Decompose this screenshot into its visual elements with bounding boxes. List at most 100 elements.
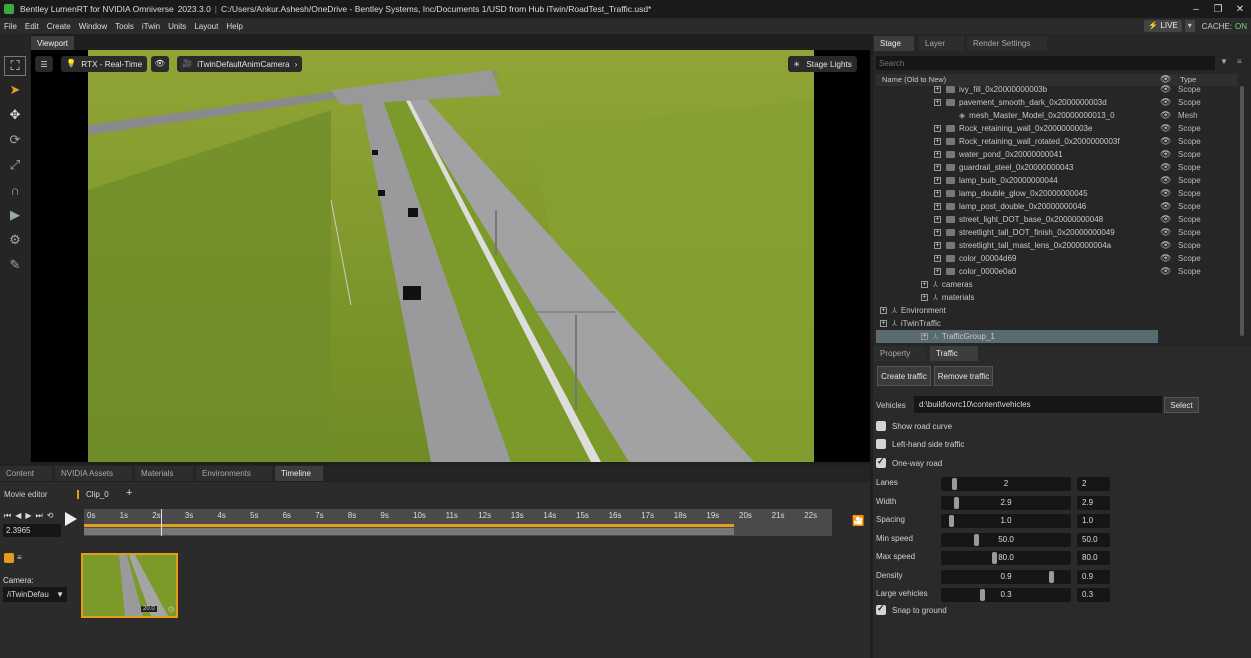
column-type-header[interactable]: Type <box>1180 75 1196 84</box>
camera-select[interactable]: /iTwinDefau ▼ <box>3 587 67 602</box>
maximize-button[interactable]: ❐ <box>1207 0 1229 18</box>
expand-icon[interactable]: + <box>934 216 941 223</box>
show-road-curve-checkbox[interactable] <box>876 421 886 431</box>
expand-icon[interactable]: + <box>934 242 941 249</box>
menu-layout[interactable]: Layout <box>190 22 222 31</box>
slider-number-field[interactable]: 50.0 <box>1077 532 1110 547</box>
cache-state[interactable]: ON <box>1235 22 1247 31</box>
visibility-button[interactable]: 👁 <box>151 56 169 72</box>
visibility-eye-icon[interactable]: 👁 <box>1160 97 1171 108</box>
traffic-slider[interactable]: 50.0 <box>941 532 1071 547</box>
expand-icon[interactable]: + <box>934 177 941 184</box>
traffic-slider[interactable]: 0.9 <box>941 569 1071 584</box>
stage-tree-row[interactable]: ◈ mesh_Master_Model_0x20000000013_0 <box>876 109 1115 122</box>
stage-tree-row[interactable]: + ⅄ cameras <box>876 278 973 291</box>
visibility-eye-icon[interactable]: 👁 <box>1160 240 1171 251</box>
rotate-icon[interactable]: ⟳ <box>4 130 26 150</box>
clip-tab[interactable]: Clip_0 <box>77 490 109 499</box>
move-icon[interactable]: ✥ <box>4 105 26 125</box>
visibility-eye-icon[interactable]: 👁 <box>1160 227 1171 238</box>
create-traffic-button[interactable]: Create traffic <box>877 366 931 386</box>
stage-tree-row[interactable]: + street_light_DOT_base_0x20000000048 <box>876 213 1103 226</box>
stage-lights-button[interactable]: ☀ Stage Lights <box>788 56 857 72</box>
play-button[interactable] <box>65 512 77 526</box>
stage-tree-row[interactable]: + lamp_double_glow_0x20000000045 <box>876 187 1088 200</box>
expand-icon[interactable]: + <box>934 268 941 275</box>
vehicles-path-field[interactable]: d:\build\ovrc10\content\vehicles <box>914 396 1162 413</box>
visibility-eye-icon[interactable]: 👁 <box>1160 110 1171 121</box>
tab-content[interactable]: Content <box>0 466 52 481</box>
tab-property[interactable]: Property <box>874 346 926 361</box>
tab-layer[interactable]: Layer <box>919 36 964 51</box>
expand-icon[interactable]: + <box>934 190 941 197</box>
fullscreen-icon[interactable]: ⛶ <box>4 56 26 76</box>
clip-thumbnail[interactable]: 20.0 ◷ <box>81 553 178 618</box>
visibility-eye-icon[interactable]: 👁 <box>1160 266 1171 277</box>
close-button[interactable]: ✕ <box>1229 0 1251 18</box>
stage-tree-row[interactable]: + Rock_retaining_wall_rotated_0x200000000… <box>876 135 1120 148</box>
visibility-eye-icon[interactable]: 👁 <box>1160 123 1171 134</box>
tab-viewport[interactable]: Viewport <box>31 36 74 51</box>
menu-units[interactable]: Units <box>164 22 190 31</box>
snap-icon[interactable]: ∩ <box>4 180 26 200</box>
timeline-range-bar[interactable] <box>84 524 734 527</box>
menu-file[interactable]: File <box>0 22 21 31</box>
menu-window[interactable]: Window <box>75 22 111 31</box>
slider-number-field[interactable]: 1.0 <box>1077 514 1110 528</box>
traffic-slider[interactable]: 2.9 <box>941 495 1071 510</box>
playhead[interactable] <box>161 509 162 536</box>
slider-number-field[interactable]: 80.0 <box>1077 551 1110 565</box>
tab-nvidia-assets[interactable]: NVIDIA Assets <box>55 466 132 481</box>
stage-scrollbar[interactable] <box>1240 86 1244 336</box>
tab-timeline[interactable]: Timeline <box>275 466 323 481</box>
skip-start-icon[interactable]: ⏮ <box>4 511 11 521</box>
expand-icon[interactable]: + <box>934 138 941 145</box>
stage-tree-row[interactable]: + streetlight_tall_mast_lens_0x2000000004… <box>876 239 1111 252</box>
expand-icon[interactable]: + <box>934 164 941 171</box>
stage-tree-row[interactable]: + lamp_bulb_0x20000000044 <box>876 174 1058 187</box>
menu-help[interactable]: Help <box>222 22 246 31</box>
expand-icon[interactable]: + <box>880 307 887 314</box>
tab-environments[interactable]: Environments <box>196 466 272 481</box>
snap-to-ground-checkbox[interactable] <box>876 603 886 615</box>
current-time-field[interactable]: 2.3965 <box>3 524 61 537</box>
slider-number-field[interactable]: 0.9 <box>1077 569 1110 584</box>
menu-tools[interactable]: Tools <box>111 22 138 31</box>
stage-search-input[interactable] <box>876 56 1215 70</box>
stage-tree-row[interactable]: + ⅄ materials <box>876 291 974 304</box>
tab-materials[interactable]: Materials <box>135 466 193 481</box>
traffic-slider[interactable]: 1.0 <box>941 514 1071 528</box>
physics-icon[interactable]: ⚙ <box>4 230 26 250</box>
tab-traffic[interactable]: Traffic <box>930 346 978 361</box>
visibility-eye-icon[interactable]: 👁 <box>1160 136 1171 147</box>
one-way-road-checkbox[interactable] <box>876 456 886 468</box>
add-clip-button[interactable]: + <box>126 487 132 499</box>
scale-icon[interactable]: ⤢ <box>4 155 26 175</box>
visibility-eye-icon[interactable]: 👁 <box>1160 253 1171 264</box>
stage-menu-icon[interactable]: ≡ <box>1237 57 1242 66</box>
expand-icon[interactable]: + <box>934 86 941 93</box>
live-dropdown-icon[interactable]: ▾ <box>1184 20 1195 32</box>
viewport-settings-button[interactable]: ☰ <box>35 56 53 72</box>
stage-tree-row[interactable]: + guardrail_steel_0x20000000043 <box>876 161 1073 174</box>
slider-number-field[interactable]: 2 <box>1077 477 1110 491</box>
stage-tree-row[interactable]: + water_pond_0x20000000041 <box>876 148 1063 161</box>
expand-icon[interactable]: + <box>921 294 928 301</box>
timeline-camera-icon[interactable]: 🎦 <box>852 516 864 527</box>
expand-icon[interactable]: + <box>880 320 887 327</box>
visibility-eye-icon[interactable]: 👁 <box>1160 201 1171 212</box>
visibility-eye-icon[interactable]: 👁 <box>1160 149 1171 160</box>
expand-icon[interactable]: + <box>934 125 941 132</box>
stage-tree-row[interactable]: + Rock_retaining_wall_0x2000000003e <box>876 122 1092 135</box>
expand-icon[interactable]: + <box>934 229 941 236</box>
stage-tree-row[interactable]: + ⅄ iTwinTraffic <box>876 317 941 330</box>
minimize-button[interactable]: – <box>1185 0 1207 18</box>
menu-itwin[interactable]: iTwin <box>138 22 164 31</box>
left-hand-traffic-checkbox[interactable] <box>876 439 886 449</box>
visibility-eye-icon[interactable]: 👁 <box>1160 84 1171 95</box>
viewport-canvas[interactable]: ☰ 💡 RTX - Real-Time 👁 🎥 iTwinDefaultAnim… <box>31 50 870 462</box>
loop-icon[interactable]: ⟲ <box>47 511 54 521</box>
camera-track-icon[interactable] <box>4 553 14 563</box>
select-vehicles-button[interactable]: Select <box>1164 397 1199 413</box>
stage-tree-row[interactable]: + ivy_fill_0x20000000003b <box>876 83 1047 96</box>
